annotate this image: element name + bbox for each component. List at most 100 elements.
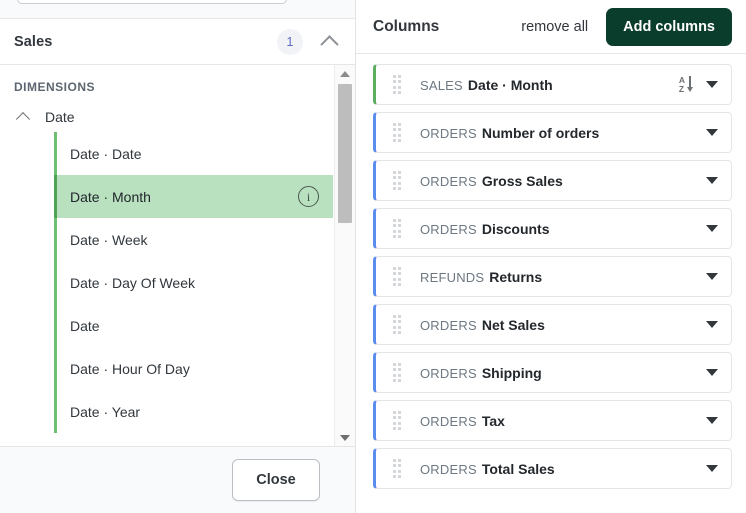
column-row[interactable]: ORDERS Discounts xyxy=(373,208,732,249)
column-name: Date · Month xyxy=(468,77,553,93)
info-icon[interactable]: i xyxy=(298,186,319,207)
chevron-down-icon[interactable] xyxy=(706,129,718,136)
column-name: Tax xyxy=(482,413,505,429)
column-name: Returns xyxy=(489,269,542,285)
dimensions-label: DIMENSIONS xyxy=(0,65,333,102)
sales-section-header[interactable]: Sales 1 xyxy=(0,19,355,65)
chevron-down-icon[interactable] xyxy=(706,465,718,472)
column-name: Discounts xyxy=(482,221,550,237)
chevron-down-icon[interactable] xyxy=(706,177,718,184)
chevron-down-icon[interactable] xyxy=(706,81,718,88)
dimension-item-selected[interactable]: Date · Month i xyxy=(54,175,333,218)
column-actions xyxy=(706,417,731,424)
dimension-item[interactable]: Date · Week xyxy=(54,218,333,261)
column-source: ORDERS xyxy=(420,126,477,141)
dimension-item-label: Date xyxy=(70,318,100,334)
dimension-item-label: Date · Day Of Week xyxy=(70,275,195,291)
column-actions xyxy=(706,273,731,280)
scrollbar-thumb[interactable] xyxy=(338,84,352,223)
close-button[interactable]: Close xyxy=(232,459,320,501)
column-source: REFUNDS xyxy=(420,270,484,285)
column-name: Total Sales xyxy=(482,461,555,477)
column-row[interactable]: ORDERS Tax xyxy=(373,400,732,441)
column-source: ORDERS xyxy=(420,222,477,237)
column-source: ORDERS xyxy=(420,462,477,477)
column-source: ORDERS xyxy=(420,414,477,429)
dimensions-panel: Sales 1 DIMENSIONS Date Date · Date xyxy=(0,0,356,513)
drag-handle-icon[interactable] xyxy=(384,267,410,287)
column-source: ORDERS xyxy=(420,174,477,189)
dimension-item[interactable]: Date · Hour Of Day xyxy=(54,347,333,390)
scroll-down-arrow-icon[interactable] xyxy=(335,429,355,446)
column-label: ORDERS Gross Sales xyxy=(420,173,563,189)
panel-footer: Close xyxy=(0,446,355,513)
column-label: ORDERS Net Sales xyxy=(420,317,545,333)
column-label: SALES Date · Month xyxy=(420,77,553,93)
column-row[interactable]: ORDERS Net Sales xyxy=(373,304,732,345)
sales-header-actions: 1 xyxy=(277,29,341,55)
column-row[interactable]: SALES Date · Month AZ xyxy=(373,64,732,105)
drag-handle-icon[interactable] xyxy=(384,75,410,95)
column-actions xyxy=(706,369,731,376)
dimension-group-date[interactable]: Date xyxy=(0,102,333,132)
column-row[interactable]: ORDERS Shipping xyxy=(373,352,732,393)
column-label: ORDERS Total Sales xyxy=(420,461,555,477)
dimension-item[interactable]: Date · Date xyxy=(54,132,333,175)
drag-handle-icon[interactable] xyxy=(384,171,410,191)
column-source: ORDERS xyxy=(420,318,477,333)
sales-section-title: Sales xyxy=(14,34,52,50)
drag-handle-icon[interactable] xyxy=(384,411,410,431)
drag-handle-icon[interactable] xyxy=(384,459,410,479)
chevron-down-icon[interactable] xyxy=(706,417,718,424)
columns-header: Columns remove all Add columns xyxy=(356,0,746,54)
remove-all-link[interactable]: remove all xyxy=(521,19,588,35)
page-title: Columns xyxy=(373,18,439,36)
chevron-down-icon[interactable] xyxy=(706,273,718,280)
drag-handle-icon[interactable] xyxy=(384,363,410,383)
dimension-item-label: Date · Week xyxy=(70,232,148,248)
drag-handle-icon[interactable] xyxy=(384,315,410,335)
add-columns-button[interactable]: Add columns xyxy=(606,8,732,46)
search-strip xyxy=(0,0,355,19)
dimensions-scrollbar[interactable] xyxy=(334,65,355,446)
column-label: REFUNDS Returns xyxy=(420,269,542,285)
column-picker-modal: Sales 1 DIMENSIONS Date Date · Date xyxy=(0,0,746,513)
column-name: Number of orders xyxy=(482,125,599,141)
scrollbar-track[interactable] xyxy=(335,82,355,429)
chevron-up-icon[interactable] xyxy=(317,30,341,54)
column-label: ORDERS Discounts xyxy=(420,221,550,237)
dimension-item[interactable]: Date · Day Of Week xyxy=(54,261,333,304)
dimensions-list: DIMENSIONS Date Date · Date Date · Month… xyxy=(0,65,333,446)
column-name: Shipping xyxy=(482,365,542,381)
drag-handle-icon[interactable] xyxy=(384,123,410,143)
dimension-item[interactable]: Date · Year xyxy=(54,390,333,433)
search-input[interactable] xyxy=(17,0,287,4)
column-actions xyxy=(706,321,731,328)
dimension-item-label: Date · Date xyxy=(70,146,142,162)
column-name: Gross Sales xyxy=(482,173,563,189)
column-actions xyxy=(706,465,731,472)
column-row[interactable]: ORDERS Number of orders xyxy=(373,112,732,153)
dimension-item[interactable]: Date xyxy=(54,304,333,347)
chevron-down-icon[interactable] xyxy=(706,369,718,376)
column-name: Net Sales xyxy=(482,317,545,333)
drag-handle-icon[interactable] xyxy=(384,219,410,239)
column-source: ORDERS xyxy=(420,366,477,381)
scroll-up-arrow-icon[interactable] xyxy=(335,65,355,82)
column-actions xyxy=(706,129,731,136)
chevron-down-icon[interactable] xyxy=(706,225,718,232)
dimension-item-label: Date · Hour Of Day xyxy=(70,361,190,377)
column-row[interactable]: ORDERS Total Sales xyxy=(373,448,732,489)
column-label: ORDERS Number of orders xyxy=(420,125,599,141)
column-actions xyxy=(706,177,731,184)
column-row[interactable]: ORDERS Gross Sales xyxy=(373,160,732,201)
column-row[interactable]: REFUNDS Returns xyxy=(373,256,732,297)
dimension-group-label: Date xyxy=(45,109,75,125)
chevron-up-icon[interactable] xyxy=(14,108,32,126)
column-label: ORDERS Tax xyxy=(420,413,505,429)
sort-ascending-az-icon[interactable]: AZ xyxy=(679,76,694,94)
chevron-down-icon[interactable] xyxy=(706,321,718,328)
column-actions: AZ xyxy=(679,76,731,94)
columns-list: SALES Date · Month AZ ORDERS xyxy=(356,54,746,513)
dimension-item-label: Date · Month xyxy=(70,189,151,205)
